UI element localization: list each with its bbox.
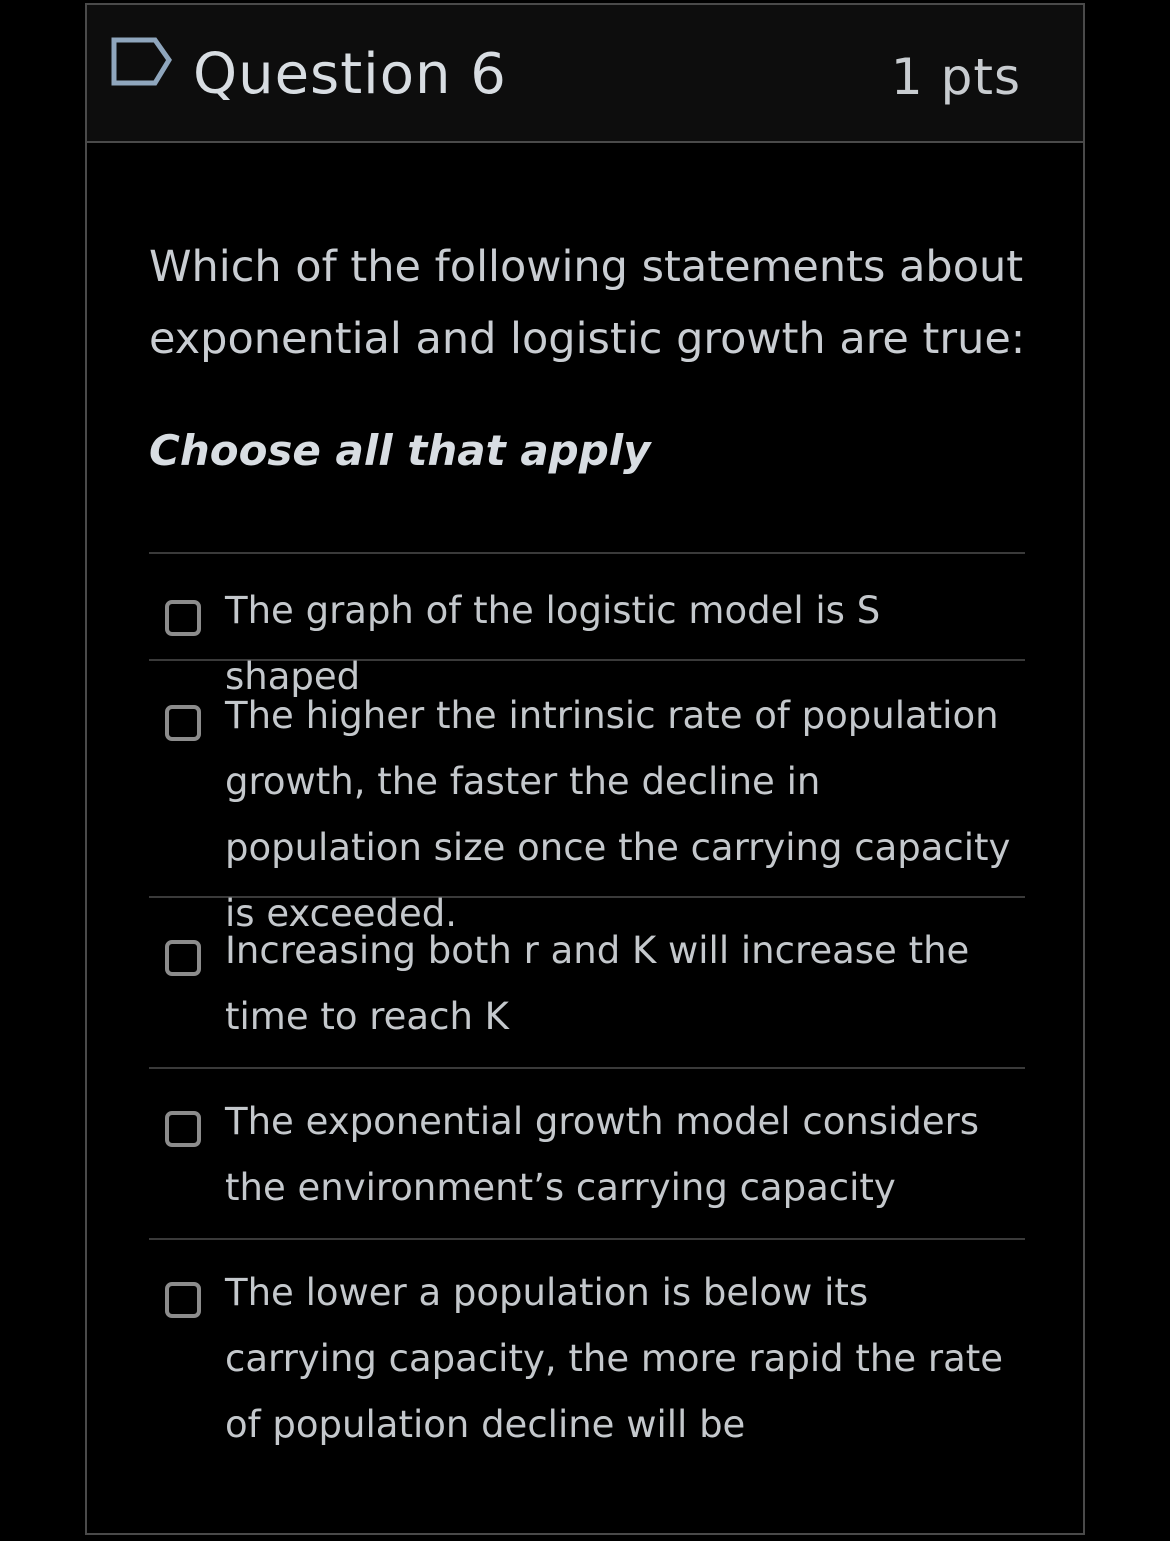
question-text: Which of the following statements about … [149,242,1026,364]
question-header: Question 6 1 pts [87,5,1083,143]
flag-outline-icon[interactable] [111,37,173,89]
answer-option[interactable]: The exponential growth model considers t… [149,1069,1025,1240]
question-instruction: Choose all that apply [149,426,651,475]
answer-option[interactable]: The higher the intrinsic rate of populat… [149,661,1025,935]
answer-option[interactable]: The graph of the logistic model is S sha… [149,554,1025,698]
answer-list: The graph of the logistic model is S sha… [149,552,1025,1472]
question-title: Question 6 [193,42,507,107]
question-points: 1 pts [890,48,1021,106]
answer-option[interactable]: Increasing both r and K will increase th… [149,898,1025,1069]
answer-checkbox[interactable] [165,1111,201,1147]
answer-label: The lower a population is below its carr… [225,1271,1004,1446]
answer-label: Increasing both r and K will increase th… [225,929,970,1038]
question-card: Question 6 1 pts Which of the following … [85,3,1085,1535]
answer-checkbox[interactable] [165,600,201,636]
answer-checkbox[interactable] [165,940,201,976]
answer-label: The exponential growth model considers t… [225,1100,980,1209]
answer-option[interactable]: The lower a population is below its carr… [149,1240,1025,1472]
answer-checkbox[interactable] [165,1282,201,1318]
answer-checkbox[interactable] [165,705,201,741]
